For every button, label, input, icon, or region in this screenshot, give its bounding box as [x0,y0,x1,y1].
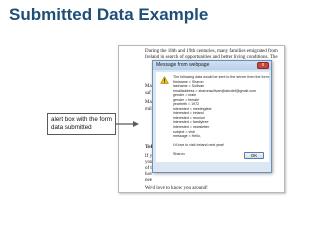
dialog-titlebar: Message from webpage x [153,61,271,70]
dialog-body: The following data would be sent to the … [156,72,270,162]
dialog-title: Message from webpage [156,62,210,68]
page-fragment-9: nee [145,178,152,183]
warning-icon [160,76,169,84]
ok-button[interactable]: OK [244,152,264,159]
arrow-right-icon [116,121,139,127]
alert-dialog: Message from webpage x The following dat… [152,60,272,173]
dialog-message-line: The following data would be sent to the … [173,75,270,79]
callout-box: alert box with the form data submitted [47,113,116,135]
callout-text: alert box with the form data submitted [51,116,112,131]
close-button[interactable]: x [257,62,269,69]
slide-title: Submitted Data Example [9,5,209,24]
page-footer-text: We'd love to know you around! [145,186,208,191]
dialog-message: The following data would be sent to the … [173,75,270,157]
browser-screenshot: During the 18th and 19th centuries, many… [118,45,285,193]
